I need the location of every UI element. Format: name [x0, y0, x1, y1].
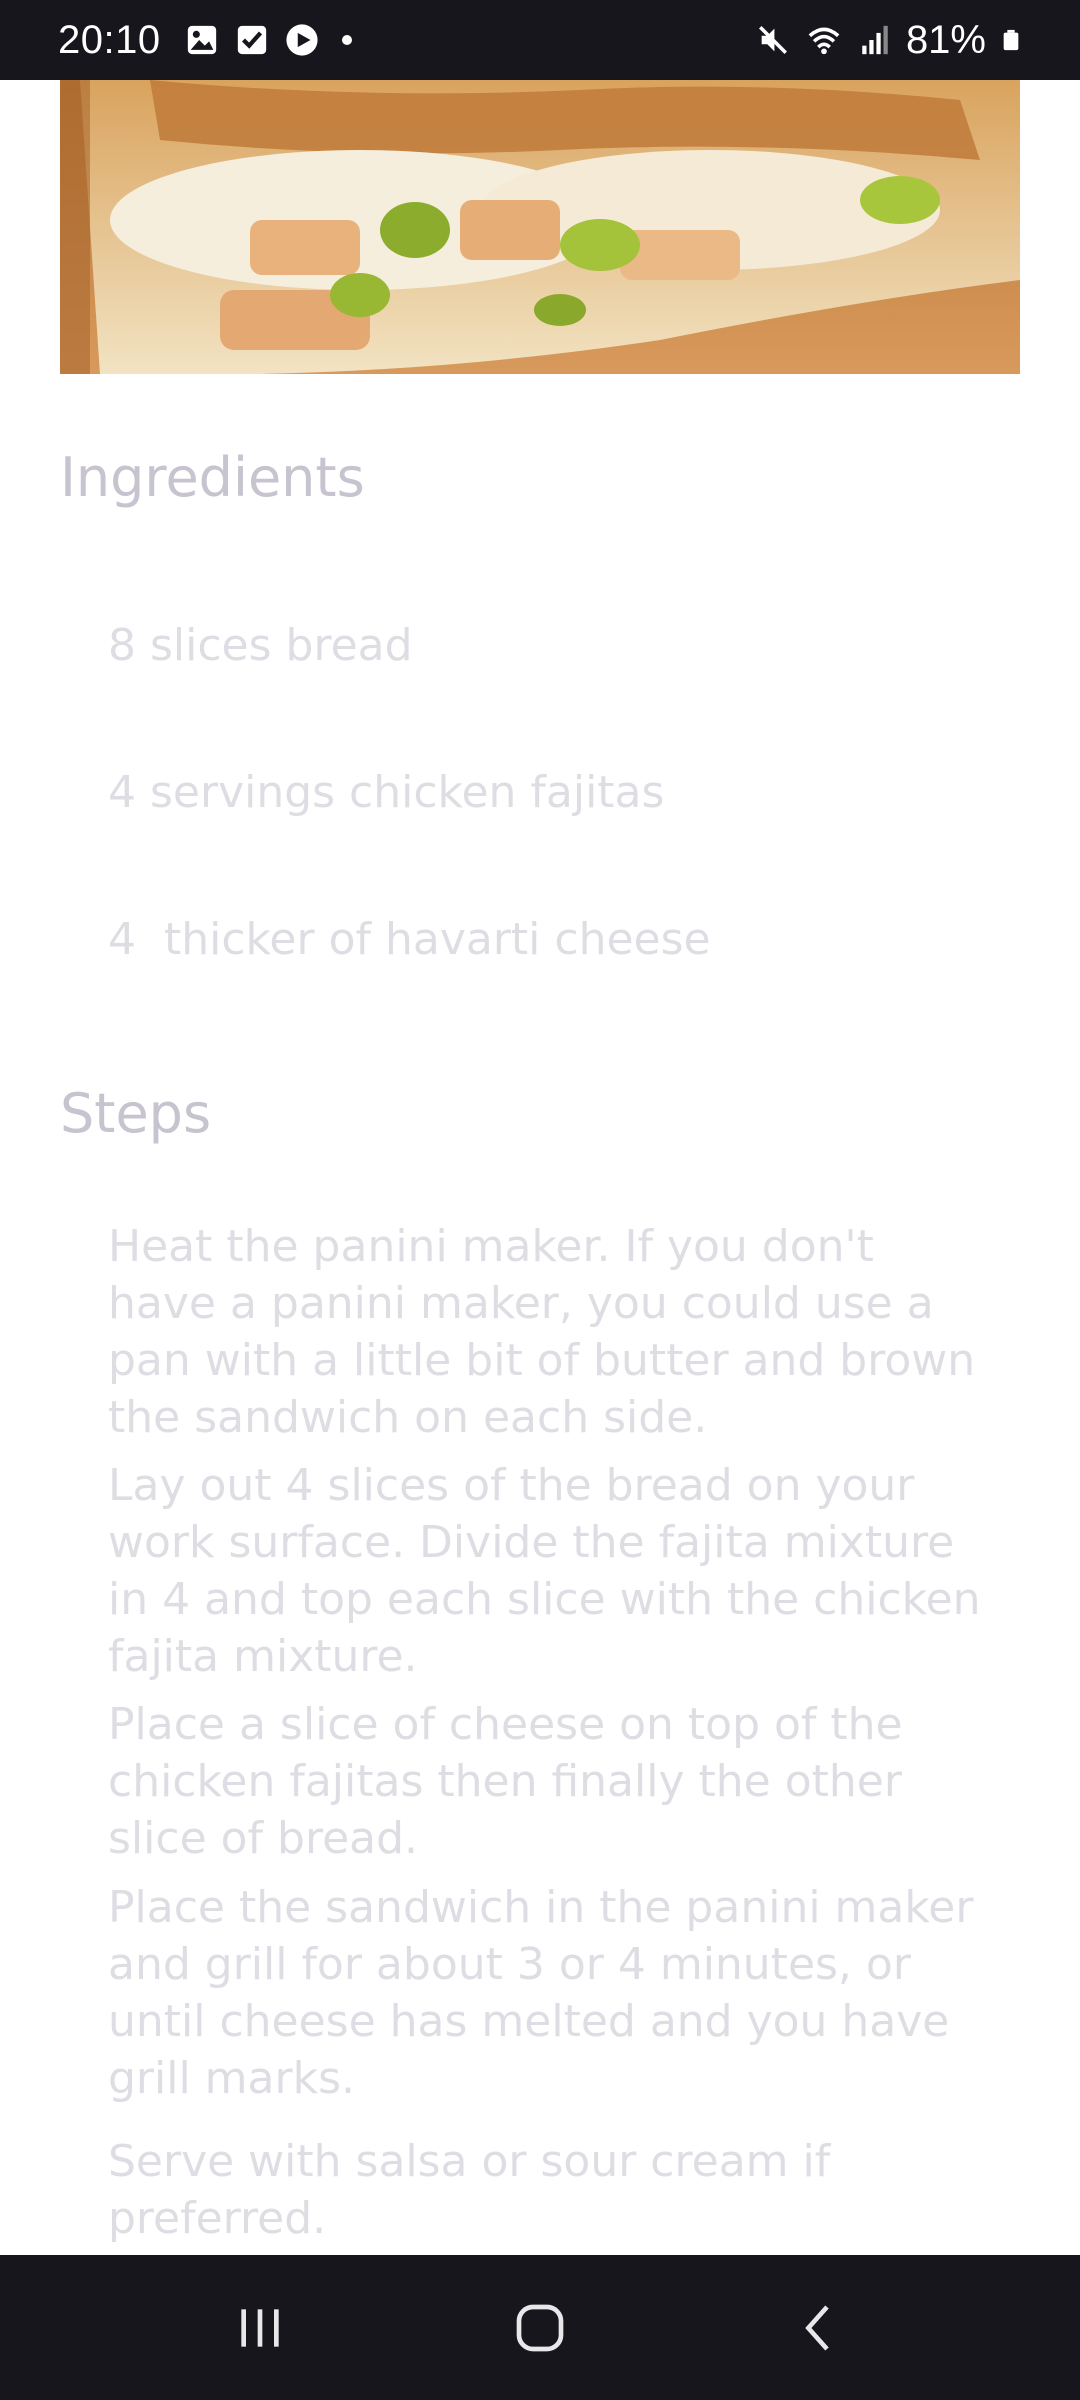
navigation-bar: [0, 2255, 1080, 2400]
status-right: 81%: [756, 18, 1022, 63]
signal-icon: [862, 25, 888, 55]
step-item: Serve with salsa or sour cream if prefer…: [108, 2136, 831, 2244]
dot-icon: [341, 35, 352, 45]
step-item: Place a slice of cheese on top of the ch…: [108, 1699, 903, 1864]
recipe-screen: 20:10 81% Ingredients 8 slices bread 4 s…: [0, 0, 1080, 2400]
recent-apps-button[interactable]: [215, 2283, 305, 2373]
recipe-content[interactable]: Ingredients 8 slices bread 4 servings ch…: [0, 80, 1080, 2255]
ingredients-title: Ingredients: [60, 446, 365, 509]
mute-icon: [758, 25, 787, 55]
step-item: Lay out 4 slices of the bread on your wo…: [108, 1460, 981, 1682]
ingredient-item: 8 slices bread: [108, 620, 413, 671]
youtube-play-icon: [286, 24, 318, 56]
status-bar: 20:10 81%: [0, 0, 1080, 80]
home-icon: [516, 2304, 564, 2351]
gallery-icon: [187, 25, 216, 55]
wifi-icon: [808, 27, 840, 55]
back-icon: [805, 2304, 829, 2351]
ingredient-item: 4 servings chicken fajitas: [108, 767, 665, 818]
battery-icon: [1003, 29, 1019, 51]
steps-title: Steps: [60, 1082, 212, 1145]
checkbox-icon: [237, 25, 266, 55]
step-item: Heat the panini maker. If you don't have…: [108, 1221, 976, 1443]
step-item: Place the sandwich in the panini maker a…: [108, 1882, 974, 2104]
ingredient-item: 4 thicker of havarti cheese: [108, 914, 711, 965]
recent-apps-icon: [241, 2308, 279, 2347]
recipe-hero-image: [60, 80, 1020, 374]
status-left: 20:10: [58, 18, 359, 63]
battery-percent: 81%: [905, 17, 986, 62]
back-button[interactable]: [775, 2283, 865, 2373]
home-button[interactable]: [495, 2283, 585, 2373]
status-time: 20:10: [58, 17, 161, 62]
